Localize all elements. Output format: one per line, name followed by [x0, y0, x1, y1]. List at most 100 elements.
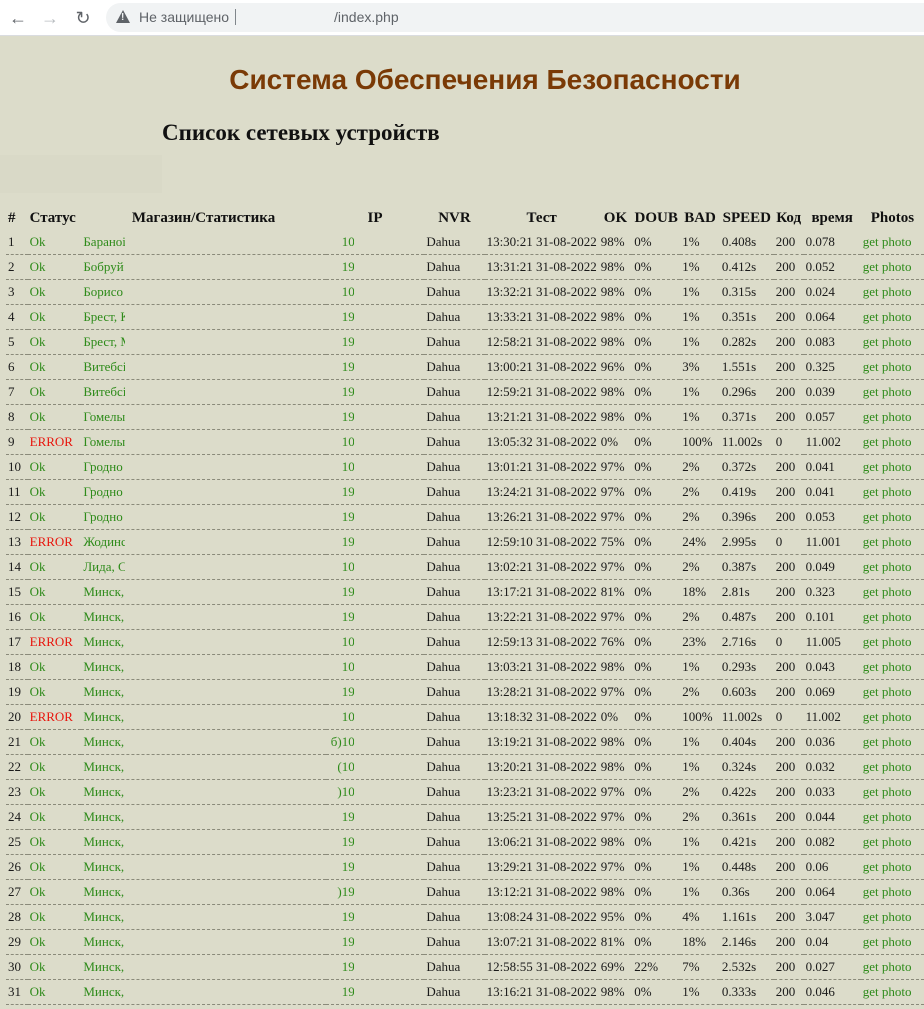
photo-cell: get photo [860, 230, 924, 255]
shop-name[interactable]: Гродно [83, 459, 125, 475]
get-photo-link[interactable]: get photo [863, 259, 912, 274]
nvr-cell: Dahua [424, 379, 485, 405]
response-time: 0.024 [803, 279, 861, 305]
shop-name[interactable]: Минск, [83, 959, 125, 975]
shop-name[interactable]: Минск, [83, 759, 125, 775]
response-time: 0.083 [803, 329, 861, 355]
address-bar[interactable]: Не защищено /index.php [106, 3, 924, 32]
row-number: 27 [6, 879, 28, 905]
get-photo-link[interactable]: get photo [863, 634, 912, 649]
get-photo-link[interactable]: get photo [863, 234, 912, 249]
get-photo-link[interactable]: get photo [863, 834, 912, 849]
get-photo-link[interactable]: get photo [863, 334, 912, 349]
shop-name[interactable]: Минск, [83, 709, 125, 725]
doub-percent: 0% [632, 604, 681, 630]
url-text[interactable]: /index.php [334, 9, 399, 25]
shop-cell: Минск, [81, 754, 326, 780]
ok-percent: 81% [598, 929, 633, 955]
get-photo-link[interactable]: get photo [863, 809, 912, 824]
ip-address: 19 [341, 934, 354, 949]
get-photo-link[interactable]: get photo [863, 359, 912, 374]
shop-name[interactable]: Жодинс [83, 534, 125, 550]
shop-name[interactable]: Минск, [83, 634, 125, 650]
shop-name[interactable]: Минск, [83, 584, 125, 600]
shop-name[interactable]: Гродно [83, 509, 125, 525]
table-row: 26 Ok Минск, 19 Dahua 13:29:21 31-08-2022 97% 0… [6, 854, 924, 880]
get-photo-link[interactable]: get photo [863, 759, 912, 774]
shop-name[interactable]: Минск, [83, 834, 125, 850]
forward-icon[interactable]: → [39, 7, 61, 29]
get-photo-link[interactable]: get photo [863, 309, 912, 324]
speed-value: 0.372s [719, 454, 774, 480]
table-row: 12 Ok Гродно 19 Dahua 13:26:21 31-08-2022 97% 0… [6, 504, 924, 530]
get-photo-link[interactable]: get photo [863, 584, 912, 599]
shop-name[interactable]: Минск, [83, 809, 125, 825]
get-photo-link[interactable]: get photo [863, 384, 912, 399]
get-photo-link[interactable]: get photo [863, 784, 912, 799]
shop-name[interactable]: Минск, [83, 934, 125, 950]
shop-name[interactable]: Минск, [83, 859, 125, 875]
ip-cell: 10 [325, 279, 425, 305]
shop-name[interactable]: Витебсі [83, 359, 125, 375]
shop-name[interactable]: Минск, [83, 909, 125, 925]
shop-cell: Минск, [81, 579, 326, 605]
status-text: Ok [29, 934, 46, 949]
get-photo-link[interactable]: get photo [863, 609, 912, 624]
security-label[interactable]: Не защищено [139, 9, 229, 25]
nvr-cell: Dahua [424, 704, 485, 730]
response-time: 11.002 [803, 704, 861, 730]
doub-percent: 0% [632, 279, 681, 305]
warning-icon[interactable] [116, 10, 130, 23]
bad-percent: 7% [680, 954, 720, 980]
get-photo-link[interactable]: get photo [863, 709, 912, 724]
shop-name[interactable]: Брест, К [83, 309, 125, 325]
get-photo-link[interactable]: get photo [863, 909, 912, 924]
get-photo-link[interactable]: get photo [863, 734, 912, 749]
ip-address: 19 [341, 259, 354, 274]
shop-name[interactable]: Минск, [83, 734, 125, 750]
shop-name[interactable]: Минск, [83, 659, 125, 675]
get-photo-link[interactable]: get photo [863, 959, 912, 974]
get-photo-link[interactable]: get photo [863, 409, 912, 424]
get-photo-link[interactable]: get photo [863, 884, 912, 899]
shop-name[interactable]: Минск, [83, 609, 125, 625]
back-icon[interactable]: ← [7, 7, 29, 29]
row-number: 16 [6, 604, 28, 630]
shop-name[interactable]: Гомелы [83, 409, 125, 425]
get-photo-link[interactable]: get photo [863, 509, 912, 524]
get-photo-link[interactable]: get photo [863, 284, 912, 299]
column-header: Код [776, 209, 802, 226]
bad-percent: 1% [680, 979, 720, 1005]
shop-name[interactable]: Бобруй [83, 259, 125, 275]
get-photo-link[interactable]: get photo [863, 859, 912, 874]
row-number: 1 [6, 230, 28, 255]
get-photo-link[interactable]: get photo [863, 984, 912, 999]
photo-cell: get photo [860, 954, 924, 980]
get-photo-link[interactable]: get photo [863, 659, 912, 674]
shop-name[interactable]: Гродно [83, 484, 125, 500]
get-photo-link[interactable]: get photo [863, 484, 912, 499]
get-photo-link[interactable]: get photo [863, 559, 912, 574]
shop-name[interactable]: Минск, [83, 984, 125, 1000]
get-photo-link[interactable]: get photo [863, 434, 912, 449]
get-photo-link[interactable]: get photo [863, 534, 912, 549]
get-photo-link[interactable]: get photo [863, 684, 912, 699]
reload-icon[interactable]: ↻ [72, 7, 94, 29]
shop-name[interactable]: Гомелы [83, 434, 125, 450]
get-photo-link[interactable]: get photo [863, 934, 912, 949]
status-cell: ERROR [27, 529, 82, 555]
doub-percent: 0% [632, 429, 681, 455]
shop-name[interactable]: Борисо [83, 284, 125, 300]
shop-name[interactable]: Витебсі [83, 384, 125, 400]
status-cell: Ok [27, 679, 82, 705]
shop-name[interactable]: Минск, [83, 684, 125, 700]
response-time: 0.325 [803, 354, 861, 380]
shop-name[interactable]: Минск, [83, 784, 125, 800]
shop-name[interactable]: Лида, С [83, 559, 125, 575]
get-photo-link[interactable]: get photo [863, 459, 912, 474]
shop-name[interactable]: Брест, М [83, 334, 125, 350]
test-time: 13:00:21 31-08-2022 [484, 354, 599, 380]
shop-name[interactable]: Минск, [83, 884, 125, 900]
speed-value: 0.412s [719, 254, 774, 280]
shop-name[interactable]: Бараноі [83, 234, 125, 250]
